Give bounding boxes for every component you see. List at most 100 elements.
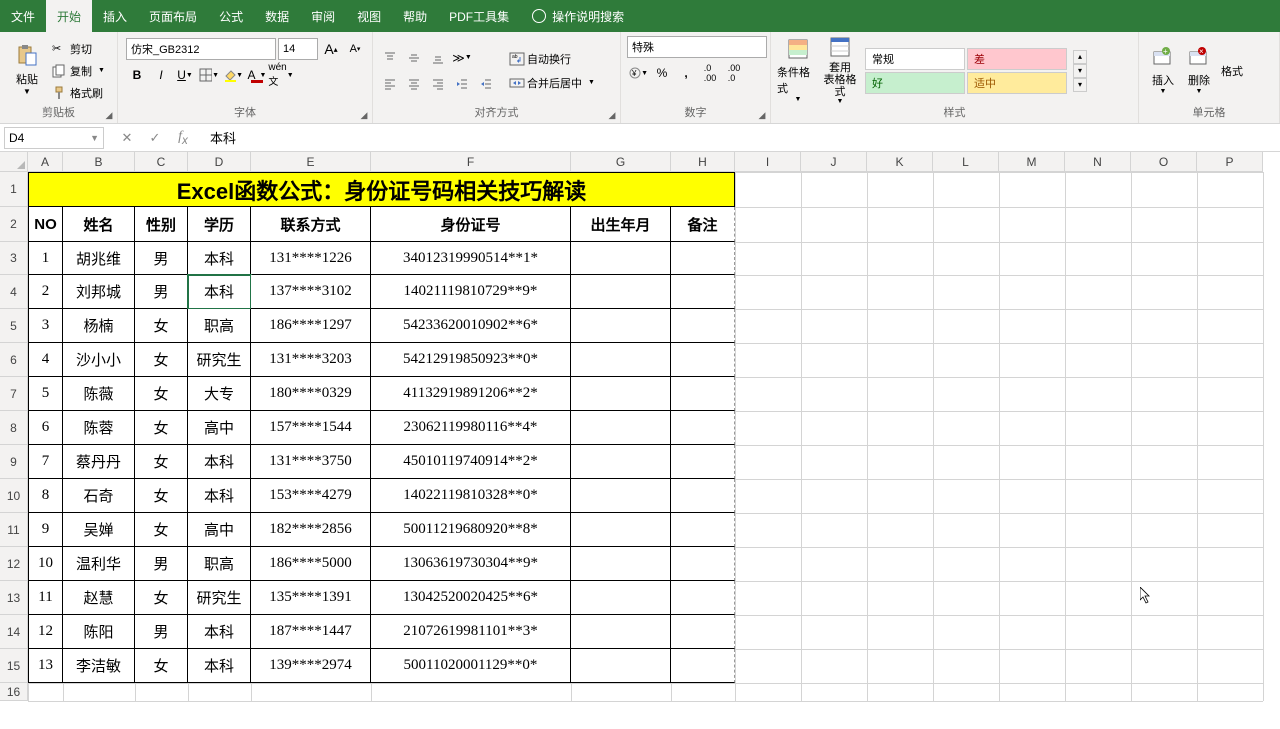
fill-color-button[interactable]: ▼ <box>222 64 244 86</box>
shrink-font-button[interactable]: A▾ <box>344 38 366 60</box>
data-cell[interactable]: 14021119810729**9* <box>371 275 571 309</box>
tab-formulas[interactable]: 公式 <box>208 0 254 32</box>
tab-insert[interactable]: 插入 <box>92 0 138 32</box>
increase-decimal-button[interactable]: .0.00 <box>699 62 721 84</box>
data-cell[interactable]: 5 <box>28 377 63 411</box>
data-cell[interactable] <box>671 445 735 479</box>
dialog-launcher-icon[interactable]: ◢ <box>756 109 768 121</box>
data-cell[interactable]: 131****3750 <box>251 445 371 479</box>
data-cell[interactable] <box>671 479 735 513</box>
col-header-O[interactable]: O <box>1131 152 1197 172</box>
col-header-H[interactable]: H <box>671 152 735 172</box>
data-cell[interactable]: 180****0329 <box>251 377 371 411</box>
data-cell[interactable]: 9 <box>28 513 63 547</box>
data-cell[interactable]: 182****2856 <box>251 513 371 547</box>
row-header-13[interactable]: 13 <box>0 581 28 615</box>
col-header-B[interactable]: B <box>63 152 135 172</box>
format-painter-button[interactable]: 格式刷 <box>48 83 109 103</box>
style-neutral[interactable]: 适中 <box>967 72 1067 94</box>
style-bad[interactable]: 差 <box>967 48 1067 70</box>
data-cell[interactable]: 女 <box>135 479 188 513</box>
data-cell[interactable]: 沙小小 <box>63 343 135 377</box>
tab-home[interactable]: 开始 <box>46 0 92 32</box>
data-cell[interactable] <box>571 377 671 411</box>
data-cell[interactable]: 4 <box>28 343 63 377</box>
name-box[interactable]: D4 ▼ <box>4 127 104 149</box>
data-cell[interactable]: 男 <box>135 547 188 581</box>
row-header-12[interactable]: 12 <box>0 547 28 581</box>
col-header-J[interactable]: J <box>801 152 867 172</box>
col-header-E[interactable]: E <box>251 152 371 172</box>
data-cell[interactable] <box>671 649 735 683</box>
data-cell[interactable]: 157****1544 <box>251 411 371 445</box>
data-cell[interactable]: 女 <box>135 309 188 343</box>
col-header-F[interactable]: F <box>371 152 571 172</box>
data-cell[interactable] <box>571 242 671 275</box>
select-all-button[interactable] <box>0 152 28 172</box>
bold-button[interactable]: B <box>126 64 148 86</box>
align-bottom-button[interactable] <box>427 47 449 69</box>
style-normal[interactable]: 常规 <box>865 48 965 70</box>
row-header-15[interactable]: 15 <box>0 649 28 683</box>
dialog-launcher-icon[interactable]: ◢ <box>606 109 618 121</box>
row-header-5[interactable]: 5 <box>0 309 28 343</box>
data-cell[interactable]: 高中 <box>188 513 251 547</box>
grow-font-button[interactable]: A▴ <box>320 38 342 60</box>
align-right-button[interactable] <box>427 73 449 95</box>
data-cell[interactable]: 女 <box>135 581 188 615</box>
border-button[interactable]: ▼ <box>198 64 220 86</box>
tab-data[interactable]: 数据 <box>254 0 300 32</box>
data-cell[interactable]: 7 <box>28 445 63 479</box>
data-cell[interactable]: 女 <box>135 343 188 377</box>
title-cell[interactable]: Excel函数公式：身份证号码相关技巧解读 <box>28 172 735 207</box>
data-cell[interactable]: 13 <box>28 649 63 683</box>
wrap-text-button[interactable]: ab自动换行 <box>505 49 599 69</box>
data-cell[interactable] <box>671 242 735 275</box>
header-cell[interactable]: 身份证号 <box>371 207 571 242</box>
header-cell[interactable]: 学历 <box>188 207 251 242</box>
data-cell[interactable]: 3 <box>28 309 63 343</box>
row-header-10[interactable]: 10 <box>0 479 28 513</box>
header-cell[interactable]: 联系方式 <box>251 207 371 242</box>
row-header-11[interactable]: 11 <box>0 513 28 547</box>
data-cell[interactable]: 54233620010902**6* <box>371 309 571 343</box>
tab-file[interactable]: 文件 <box>0 0 46 32</box>
data-cell[interactable] <box>671 411 735 445</box>
data-cell[interactable]: 187****1447 <box>251 615 371 649</box>
data-cell[interactable]: 34012319990514**1* <box>371 242 571 275</box>
data-cell[interactable]: 14022119810328**0* <box>371 479 571 513</box>
data-cell[interactable]: 41132919891206**2* <box>371 377 571 411</box>
conditional-format-button[interactable]: 条件格式▼ <box>777 39 819 103</box>
row-header-6[interactable]: 6 <box>0 343 28 377</box>
data-cell[interactable]: 8 <box>28 479 63 513</box>
data-cell[interactable]: 本科 <box>188 242 251 275</box>
orientation-button[interactable]: ≫▼ <box>451 47 473 69</box>
header-cell[interactable]: 性别 <box>135 207 188 242</box>
row-header-2[interactable]: 2 <box>0 207 28 242</box>
header-cell[interactable]: 姓名 <box>63 207 135 242</box>
row-header-3[interactable]: 3 <box>0 242 28 275</box>
row-header-1[interactable]: 1 <box>0 172 28 207</box>
col-header-P[interactable]: P <box>1197 152 1263 172</box>
data-cell[interactable]: 本科 <box>188 445 251 479</box>
enter-formula-button[interactable]: ✓ <box>142 127 168 149</box>
align-middle-button[interactable] <box>403 47 425 69</box>
data-cell[interactable]: 本科 <box>188 275 251 309</box>
style-scroll-down[interactable]: ▾ <box>1073 64 1087 78</box>
data-cell[interactable] <box>571 547 671 581</box>
style-good[interactable]: 好 <box>865 72 965 94</box>
data-cell[interactable]: 李洁敏 <box>63 649 135 683</box>
tab-view[interactable]: 视图 <box>346 0 392 32</box>
decrease-indent-button[interactable] <box>451 73 473 95</box>
data-cell[interactable]: 13042520020425**6* <box>371 581 571 615</box>
data-cell[interactable] <box>571 513 671 547</box>
accounting-button[interactable]: ¥▼ <box>627 62 649 84</box>
data-cell[interactable]: 137****3102 <box>251 275 371 309</box>
fx-button[interactable]: fx <box>170 127 196 149</box>
percent-button[interactable]: % <box>651 62 673 84</box>
align-left-button[interactable] <box>379 73 401 95</box>
row-header-8[interactable]: 8 <box>0 411 28 445</box>
formula-input[interactable] <box>202 127 1280 149</box>
header-cell[interactable]: 备注 <box>671 207 735 242</box>
dialog-launcher-icon[interactable]: ◢ <box>358 109 370 121</box>
